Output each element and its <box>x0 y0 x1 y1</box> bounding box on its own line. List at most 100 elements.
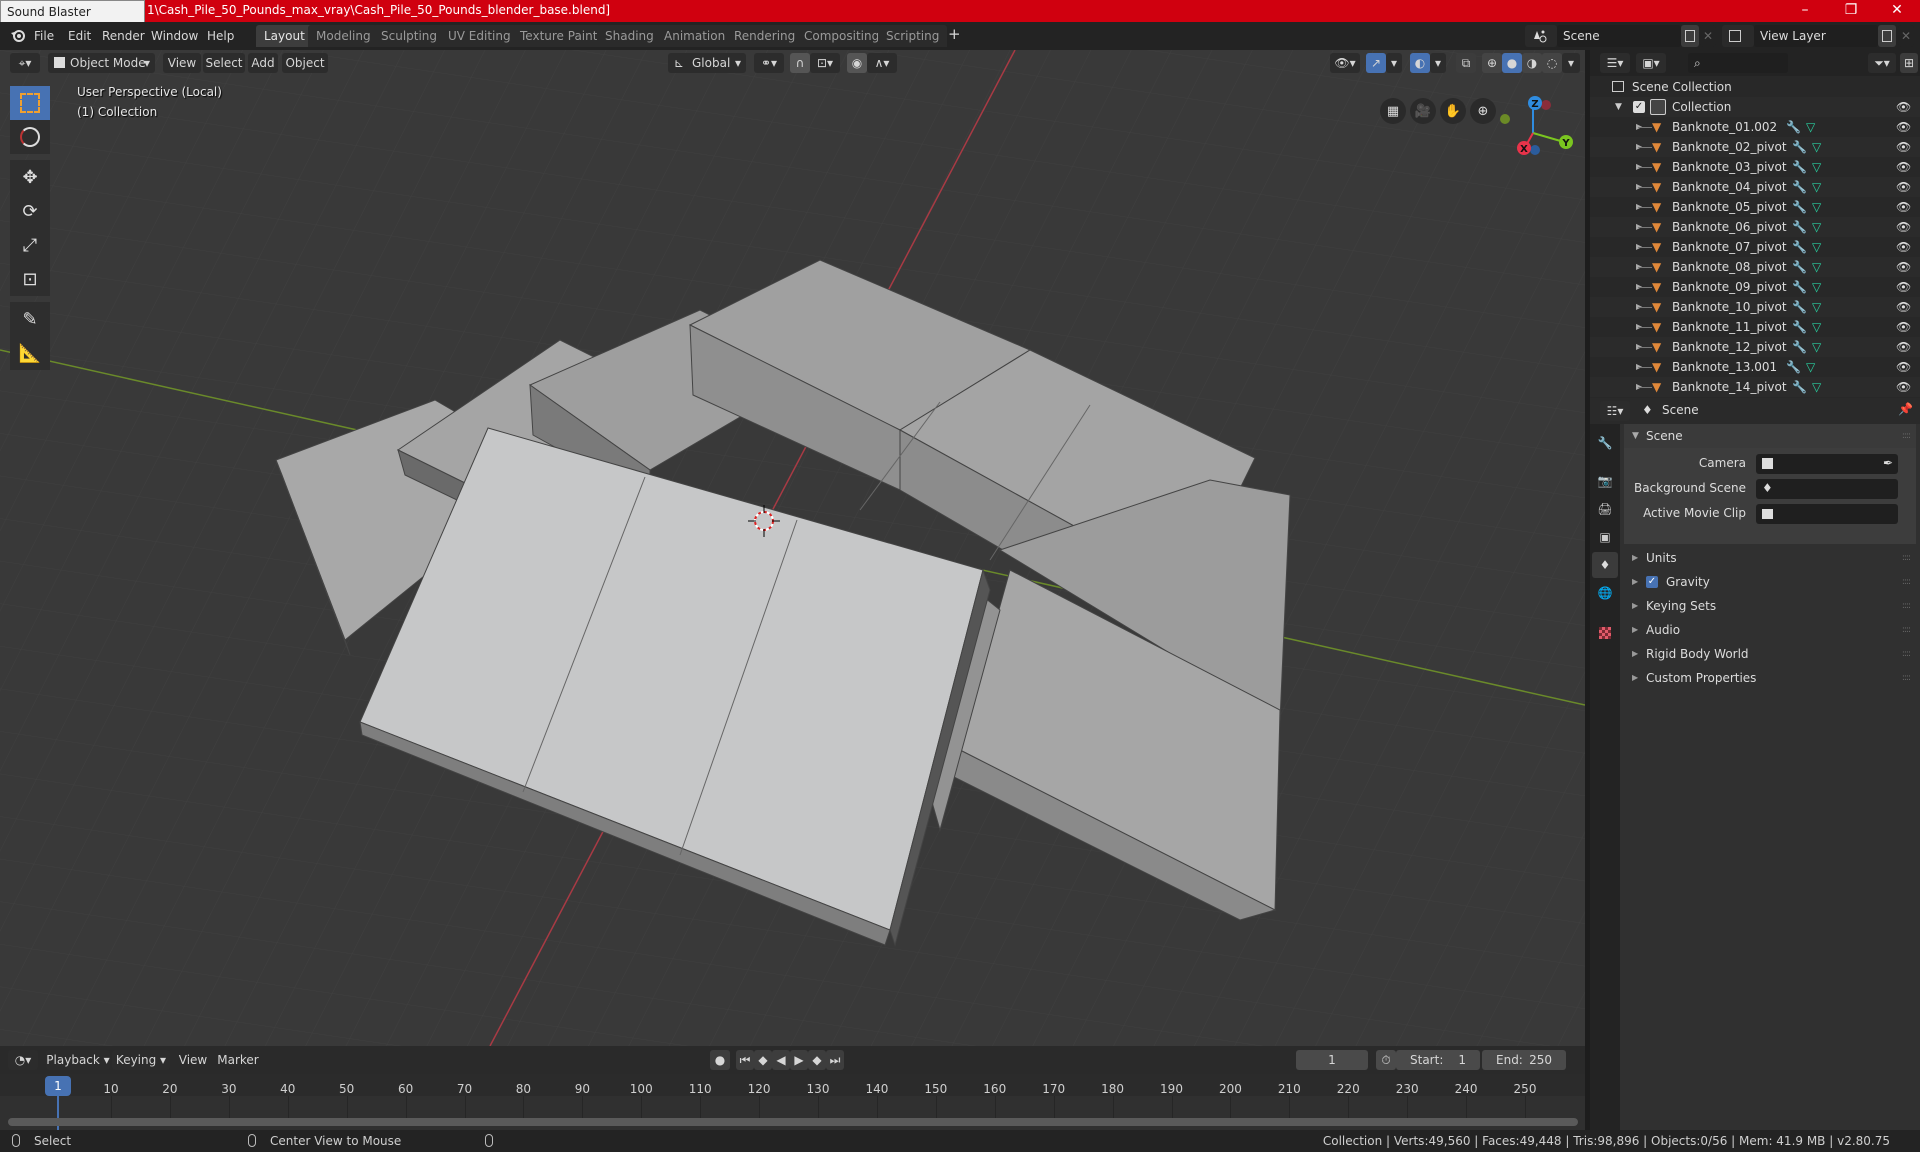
expand-triangle-icon[interactable]: ▼ <box>1615 97 1622 117</box>
outliner-object-row[interactable]: ▶▼Banknote_14_pivot🔧▽👁 <box>1590 377 1920 397</box>
eye-icon[interactable]: 👁 <box>1896 377 1911 397</box>
transform-orientation-dropdown[interactable]: ⊾ Global ▾ <box>668 53 746 73</box>
outliner-object-row[interactable]: ▶▼Banknote_01.002🔧▽👁 <box>1590 117 1920 137</box>
drag-handle-icon[interactable]: :::: <box>1902 618 1911 642</box>
cursor-tool[interactable] <box>10 120 50 154</box>
modifier-wrench-icon[interactable]: 🔧 <box>1792 157 1807 177</box>
delete-view-layer-button[interactable]: ✕ <box>1898 25 1914 47</box>
timeline-scrollbar[interactable] <box>8 1118 1578 1126</box>
subpanel-audio[interactable]: ▶ Audio:::: <box>1624 618 1916 642</box>
outliner-object-row[interactable]: ▶▼Banknote_06_pivot🔧▽👁 <box>1590 217 1920 237</box>
eye-icon[interactable]: 👁 <box>1896 337 1911 357</box>
keying-dropdown[interactable]: Keying ▾ <box>112 1050 170 1070</box>
mesh-data-icon[interactable]: ▽ <box>1812 277 1821 297</box>
menu-timeline-view[interactable]: View <box>176 1050 210 1070</box>
pivot-point-dropdown[interactable]: ⚭▾ <box>754 53 784 73</box>
modifier-wrench-icon[interactable]: 🔧 <box>1786 117 1801 137</box>
active-movie-clip-field[interactable] <box>1756 504 1898 524</box>
play-reverse-button[interactable]: ◀ <box>772 1050 790 1070</box>
scale-tool[interactable]: ⤢ <box>10 228 50 262</box>
camera-field[interactable]: ✒ <box>1756 454 1898 474</box>
modifier-wrench-icon[interactable]: 🔧 <box>1792 257 1807 277</box>
eyedropper-icon[interactable]: ✒ <box>1883 456 1893 470</box>
maximize-button[interactable]: ❐ <box>1828 0 1874 22</box>
jump-end-button[interactable]: ⏭ <box>826 1050 844 1070</box>
shading-solid-button[interactable]: ● <box>1502 53 1522 73</box>
tab-scripting[interactable]: Scripting <box>878 25 948 47</box>
outliner-object-row[interactable]: ▶▼Banknote_10_pivot🔧▽👁 <box>1590 297 1920 317</box>
outliner-object-row[interactable]: ▶▼Banknote_13.001🔧▽👁 <box>1590 357 1920 377</box>
tab-shading[interactable]: Shading <box>597 25 662 47</box>
eye-icon[interactable]: 👁 <box>1896 217 1911 237</box>
tab-modeling[interactable]: Modeling <box>308 25 379 47</box>
modifier-wrench-icon[interactable]: 🔧 <box>1792 377 1807 397</box>
outliner-object-row[interactable]: ▶▼Banknote_02_pivot🔧▽👁 <box>1590 137 1920 157</box>
mesh-data-icon[interactable]: ▽ <box>1812 197 1821 217</box>
eye-icon[interactable]: 👁 <box>1896 177 1911 197</box>
add-workspace-button[interactable]: + <box>948 25 961 43</box>
eye-icon[interactable]: 👁 <box>1896 117 1911 137</box>
record-button[interactable]: ● <box>710 1050 730 1070</box>
transform-tool[interactable]: ⊡ <box>10 262 50 296</box>
modifier-wrench-icon[interactable]: 🔧 <box>1792 137 1807 157</box>
mesh-data-icon[interactable]: ▽ <box>1806 117 1815 137</box>
outliner-object-row[interactable]: ▶▼Banknote_04_pivot🔧▽👁 <box>1590 177 1920 197</box>
subpanel-rigid-body-world[interactable]: ▶ Rigid Body World:::: <box>1624 642 1916 666</box>
tab-render[interactable]: 📷 <box>1592 468 1618 494</box>
eye-icon[interactable]: 👁 <box>1896 357 1911 377</box>
properties-editor-type-button[interactable]: ☷▾ <box>1600 401 1630 421</box>
modifier-wrench-icon[interactable]: 🔧 <box>1792 217 1807 237</box>
outliner-editor-type-button[interactable]: ☰▾ <box>1600 53 1630 73</box>
modifier-wrench-icon[interactable]: 🔧 <box>1792 197 1807 217</box>
overlays-toggle[interactable]: ◐ <box>1410 53 1430 73</box>
collection-checkbox[interactable]: ✓ <box>1633 101 1645 113</box>
menu-marker[interactable]: Marker <box>214 1050 262 1070</box>
tab-compositing[interactable]: Compositing <box>796 25 888 47</box>
eye-icon[interactable]: 👁 <box>1896 197 1911 217</box>
modifier-wrench-icon[interactable]: 🔧 <box>1792 317 1807 337</box>
timeline-editor-type-button[interactable]: ◔▾ <box>8 1050 38 1070</box>
new-collection-button[interactable]: ⊞ <box>1900 53 1918 73</box>
toggle-camera-view-button[interactable]: 🎥 <box>1410 98 1436 124</box>
tab-output[interactable]: 🖨 <box>1592 496 1618 522</box>
mesh-data-icon[interactable]: ▽ <box>1812 237 1821 257</box>
drag-handle-icon[interactable]: :::: <box>1902 642 1911 666</box>
drag-handle-icon[interactable]: :::: <box>1902 594 1911 618</box>
eye-icon[interactable]: 👁 <box>1896 277 1911 297</box>
modifier-wrench-icon[interactable]: 🔧 <box>1792 277 1807 297</box>
modifier-wrench-icon[interactable]: 🔧 <box>1792 177 1807 197</box>
menu-window[interactable]: Window <box>151 27 198 45</box>
eye-icon[interactable]: 👁 <box>1896 317 1911 337</box>
tab-texture-paint[interactable]: Texture Paint <box>512 25 606 47</box>
mesh-data-icon[interactable]: ▽ <box>1812 217 1821 237</box>
tab-texture[interactable] <box>1592 620 1618 646</box>
gizmo-neg-z[interactable] <box>1530 145 1540 155</box>
play-button[interactable]: ▶ <box>790 1050 808 1070</box>
zoom-view-button[interactable]: ⊕ <box>1470 98 1496 124</box>
shading-rendered-button[interactable]: ◌ <box>1542 53 1562 73</box>
blender-logo-icon[interactable] <box>10 27 26 45</box>
subpanel-custom-properties[interactable]: ▶ Custom Properties:::: <box>1624 666 1916 690</box>
tab-sculpting[interactable]: Sculpting <box>373 25 446 47</box>
mesh-data-icon[interactable]: ▽ <box>1812 337 1821 357</box>
outliner-object-row[interactable]: ▶▼Banknote_12_pivot🔧▽👁 <box>1590 337 1920 357</box>
end-frame-field[interactable]: End: 250 <box>1482 1050 1566 1070</box>
outliner-object-row[interactable]: ▶▼Banknote_09_pivot🔧▽👁 <box>1590 277 1920 297</box>
mesh-data-icon[interactable]: ▽ <box>1806 357 1815 377</box>
menu-edit[interactable]: Edit <box>68 27 91 45</box>
outliner-search-input[interactable]: ⌕ <box>1688 53 1788 73</box>
menu-add[interactable]: Add <box>248 53 278 73</box>
tab-uv-editing[interactable]: UV Editing <box>440 25 519 47</box>
mesh-data-icon[interactable]: ▽ <box>1812 317 1821 337</box>
snap-toggle[interactable]: ∩ <box>790 53 810 73</box>
pan-view-button[interactable]: ✋ <box>1440 98 1466 124</box>
view-layer-name-field[interactable]: View Layer <box>1754 25 1878 47</box>
menu-file[interactable]: File <box>34 27 54 45</box>
menu-help[interactable]: Help <box>207 27 234 45</box>
tab-view-layer[interactable]: ▣ <box>1592 524 1618 550</box>
overlays-dropdown[interactable]: ▾ <box>1430 53 1446 73</box>
current-frame-field[interactable]: 1 <box>1296 1050 1368 1070</box>
subpanel-keying-sets[interactable]: ▶ Keying Sets:::: <box>1624 594 1916 618</box>
shading-dropdown[interactable]: ▾ <box>1562 53 1580 73</box>
delete-scene-button[interactable]: ✕ <box>1700 25 1716 47</box>
